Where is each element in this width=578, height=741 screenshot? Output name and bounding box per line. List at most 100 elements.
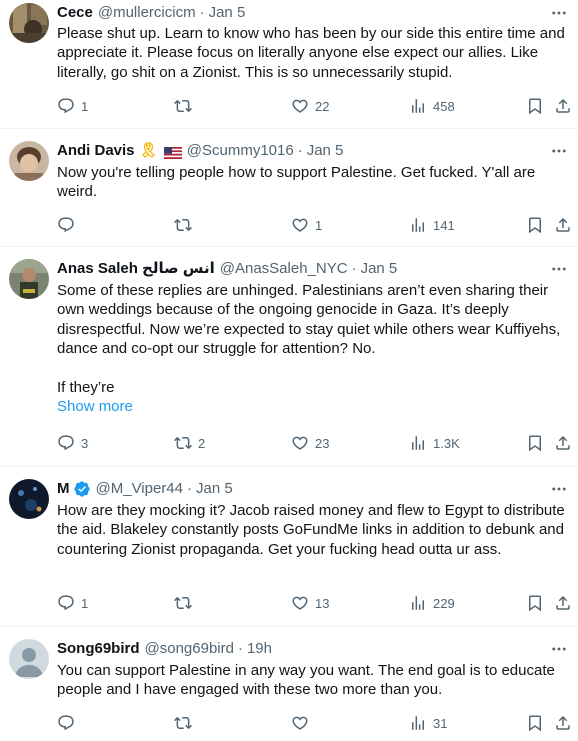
views-count: 141 [433,217,455,233]
bookmark-button[interactable] [526,593,544,613]
views-count: 229 [433,595,455,611]
display-name[interactable]: Song69bird [57,639,140,659]
like-icon [291,97,309,115]
share-button[interactable] [554,215,572,235]
retweet-button[interactable] [174,713,198,733]
display-name[interactable]: Andi Davis 🎗 [57,141,158,161]
retweet-icon [174,434,192,452]
views-icon [409,594,427,612]
tweet-text: Some of these replies are unhinged. Pale… [57,281,568,417]
avatar[interactable] [9,259,49,299]
bookmark-button[interactable] [526,713,544,733]
bookmark-icon [526,216,544,234]
reply-count: 1 [81,98,89,114]
retweet-icon [174,594,192,612]
avatar[interactable] [9,479,49,519]
like-button[interactable]: 13 [291,593,329,613]
replies-feed: Cece @mullercicicm · Jan 5 Please shut u… [0,0,578,741]
action-bar: 1 22 458 [57,96,577,116]
views-icon [409,434,427,452]
user-handle[interactable]: @Scummy1016 [187,141,294,161]
reply-icon [57,594,75,612]
like-count: 23 [315,435,330,451]
more-icon[interactable] [548,479,570,499]
tweet-text: Now you're telling people how to support… [57,164,536,201]
reply-button[interactable]: 3 [57,433,88,453]
retweet-button[interactable] [174,593,198,613]
action-bar: 3 2 23 1.3K [57,433,577,453]
share-button[interactable] [554,433,572,453]
user-handle[interactable]: @AnasSaleh_NYC [220,259,348,279]
views-button[interactable]: 141 [409,215,455,235]
avatar[interactable] [9,3,49,43]
more-icon[interactable] [548,3,570,23]
show-more-link[interactable]: Show more [57,397,568,416]
reply-button[interactable]: 1 [57,96,88,116]
retweet-button[interactable] [174,96,198,116]
separator-dot: · [351,260,357,277]
tweet[interactable]: Andi Davis 🎗 @Scummy1016 · Jan 5 Now you… [0,129,578,247]
more-icon[interactable] [548,259,570,279]
share-button[interactable] [554,713,572,733]
reply-icon [57,216,75,234]
user-handle[interactable]: @M_Viper44 [96,479,184,499]
share-button[interactable] [554,593,572,613]
share-icon [554,594,572,612]
share-button[interactable] [554,96,572,116]
retweet-count: 2 [198,435,206,451]
bookmark-button[interactable] [526,215,544,235]
retweet-icon [174,97,192,115]
tweet[interactable]: Song69bird @song69bird · 19h You can sup… [0,627,578,741]
tweet[interactable]: M @M_Viper44 · Jan 5 How are they mockin… [0,467,578,627]
display-name[interactable]: M [57,479,70,499]
tweet-header: Anas Saleh انس صالح @AnasSaleh_NYC · Jan… [57,259,538,279]
bookmark-icon [526,434,544,452]
share-icon [554,714,572,732]
reply-button[interactable]: 1 [57,593,88,613]
views-icon [409,216,427,234]
tweet-header: Song69bird @song69bird · 19h [57,639,538,659]
more-icon[interactable] [548,639,570,659]
tweet[interactable]: Cece @mullercicicm · Jan 5 Please shut u… [0,0,578,129]
tweet-header: Cece @mullercicicm · Jan 5 [57,3,538,23]
views-button[interactable]: 31 [409,713,447,733]
user-handle[interactable]: @mullercicicm [98,3,196,23]
display-name[interactable]: Anas Saleh انس صالح [57,259,215,279]
display-name[interactable]: Cece [57,3,93,23]
tweet[interactable]: Anas Saleh انس صالح @AnasSaleh_NYC · Jan… [0,247,578,467]
tweet-text: You can support Palestine in any way you… [57,662,555,699]
views-count: 458 [433,98,455,114]
views-button[interactable]: 1.3K [409,433,460,453]
like-button[interactable]: 1 [291,215,322,235]
like-count: 1 [315,217,323,233]
tweet-text-paragraph: If they’re [57,379,115,397]
like-count: 13 [315,595,330,611]
share-icon [554,216,572,234]
like-button[interactable]: 23 [291,433,329,453]
retweet-button[interactable] [174,215,198,235]
bookmark-icon [526,97,544,115]
retweet-button[interactable]: 2 [174,433,205,453]
retweet-icon [174,216,192,234]
avatar[interactable] [9,141,49,181]
retweet-icon [174,714,192,732]
user-handle[interactable]: @song69bird [145,639,234,659]
reply-button[interactable] [57,713,81,733]
like-button[interactable]: 22 [291,96,329,116]
avatar[interactable] [9,639,49,679]
tweet-text: Please shut up. Learn to know who has be… [57,25,565,81]
timestamp[interactable]: Jan 5 [209,3,246,23]
reply-button[interactable] [57,215,81,235]
timestamp[interactable]: Jan 5 [307,141,344,161]
bookmark-button[interactable] [526,433,544,453]
more-icon[interactable] [548,141,570,161]
bookmark-button[interactable] [526,96,544,116]
timestamp[interactable]: Jan 5 [361,259,398,279]
like-icon [291,434,309,452]
like-button[interactable] [291,713,315,733]
timestamp[interactable]: Jan 5 [196,479,233,499]
reply-count: 1 [81,595,89,611]
views-button[interactable]: 229 [409,593,455,613]
timestamp[interactable]: 19h [247,639,272,659]
views-button[interactable]: 458 [409,96,455,116]
